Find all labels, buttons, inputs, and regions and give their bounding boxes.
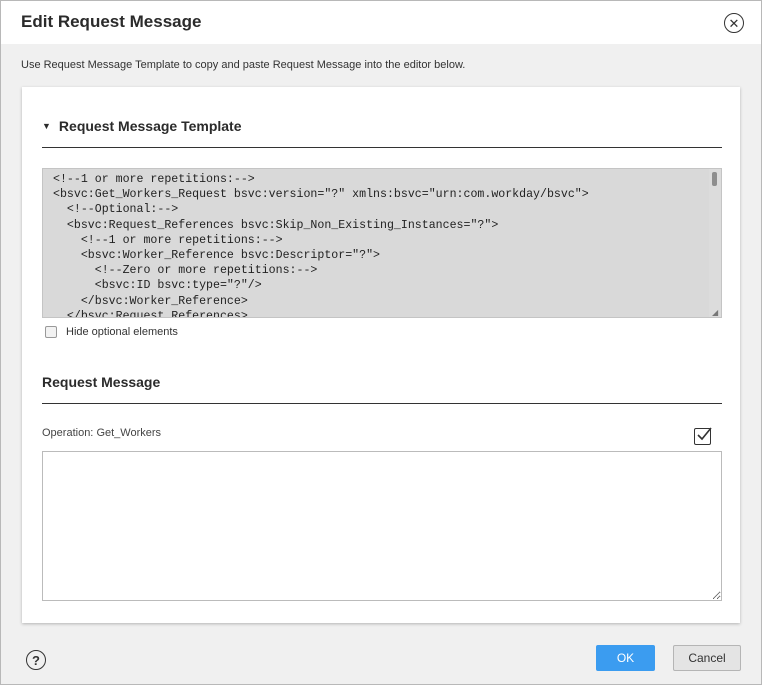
close-icon[interactable]: ✕	[724, 13, 744, 33]
operation-label: Operation:	[42, 427, 94, 439]
template-section-divider	[42, 147, 722, 148]
request-section-divider	[42, 403, 722, 404]
cancel-button[interactable]: Cancel	[673, 645, 741, 671]
request-template-textarea[interactable]: <!--1 or more repetitions:--> <bsvc:Get_…	[42, 168, 722, 318]
template-scrollbar[interactable]	[709, 169, 721, 317]
operation-value: Get_Workers	[96, 427, 162, 439]
dialog-title: Edit Request Message	[21, 12, 202, 31]
hide-optional-row[interactable]: Hide optional elements	[45, 326, 178, 338]
operation-text: Operation: Get_Workers	[42, 427, 161, 439]
ok-button[interactable]: OK	[596, 645, 655, 671]
content-panel: ▼ Request Message Template <!--1 or more…	[22, 87, 740, 623]
hide-optional-label[interactable]: Hide optional elements	[66, 326, 178, 338]
edit-checkbox-icon[interactable]	[694, 427, 712, 445]
edit-request-message-dialog: Edit Request Message ✕ Use Request Messa…	[0, 0, 762, 685]
dialog-header: Edit Request Message ✕	[1, 1, 761, 44]
help-icon[interactable]: ?	[26, 650, 46, 670]
caret-down-icon[interactable]: ▼	[42, 121, 51, 131]
template-section-title: Request Message Template	[58, 118, 242, 134]
dialog-intro-text: Use Request Message Template to copy and…	[21, 59, 466, 71]
template-section-header[interactable]: ▼ Request Message Template	[42, 118, 242, 134]
template-code[interactable]: <!--1 or more repetitions:--> <bsvc:Get_…	[43, 169, 721, 317]
request-message-title: Request Message	[42, 374, 161, 390]
resize-grip-icon[interactable]: ◢	[712, 308, 720, 317]
template-scroll-thumb[interactable]	[712, 172, 717, 186]
hide-optional-checkbox[interactable]	[45, 326, 57, 338]
request-message-editor[interactable]	[42, 451, 722, 601]
